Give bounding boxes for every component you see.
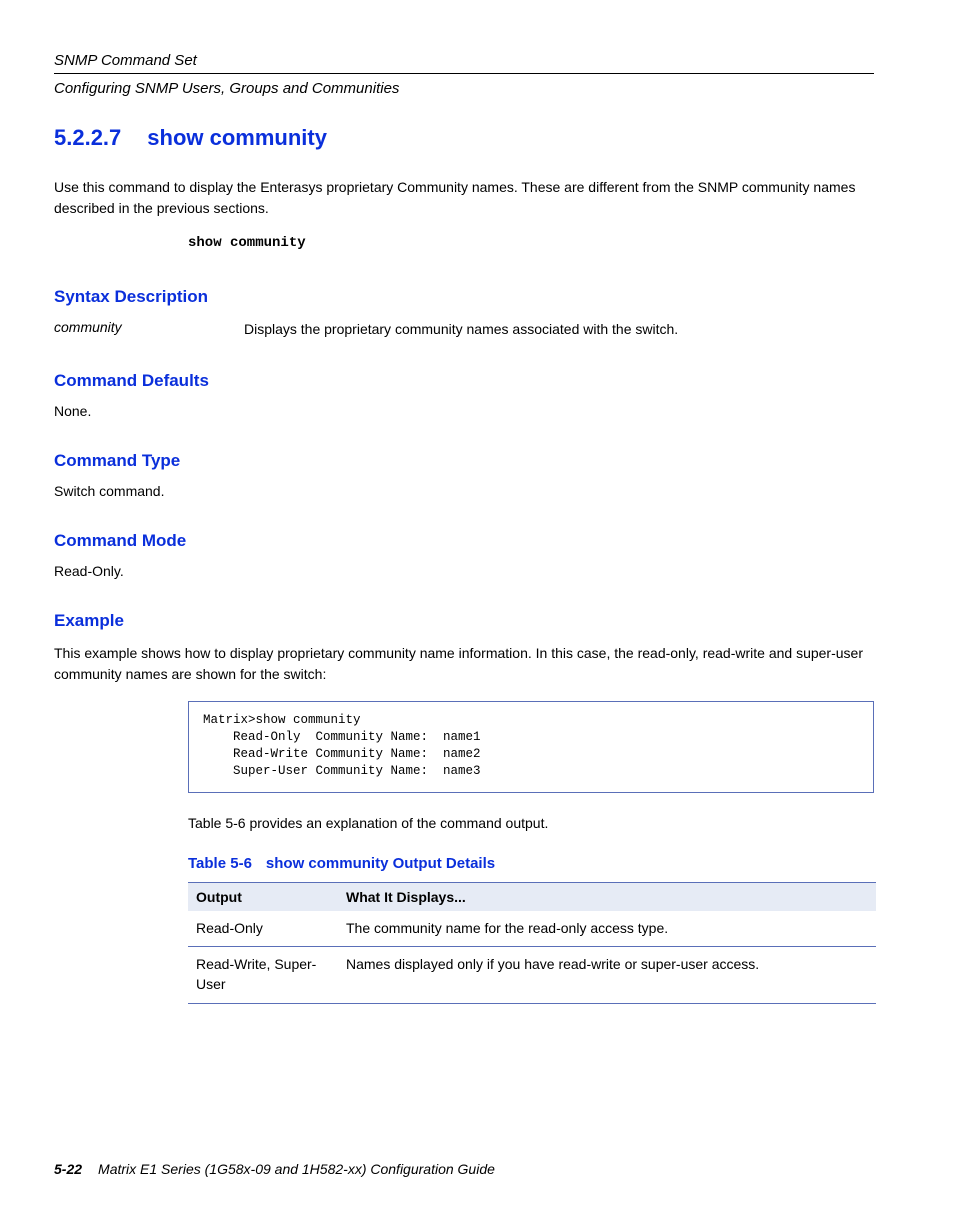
example-heading: Example	[54, 611, 874, 631]
example-output: Matrix>show community Read-Only Communit…	[188, 701, 874, 793]
example-lead: This example shows how to display propri…	[54, 643, 874, 685]
table-cell-desc: Names displayed only if you have read-wr…	[338, 947, 876, 1003]
command-defaults-text: None.	[54, 403, 874, 419]
table-header-displays: What It Displays...	[338, 882, 876, 911]
syntax-line: show community	[188, 235, 874, 251]
table-title: show community Output Details	[266, 855, 495, 872]
table-caption: Table 5-6 show community Output Details	[188, 855, 874, 872]
page-footer: 5-22 Matrix E1 Series (1G58x-09 and 1H582…	[54, 1161, 495, 1177]
page-number: 5-22	[54, 1161, 82, 1177]
running-header-chapter: SNMP Command Set	[54, 52, 874, 69]
output-details-table: Output What It Displays... Read-Only The…	[188, 882, 876, 1004]
syntax-option-name: community	[54, 319, 244, 339]
command-type-heading: Command Type	[54, 451, 874, 471]
section-title: show community	[147, 125, 327, 150]
section-number: 5.2.2.7	[54, 125, 121, 151]
table-cell-output: Read-Only	[188, 911, 338, 947]
table-cell-desc: The community name for the read-only acc…	[338, 911, 876, 947]
command-defaults-block: Command Defaults None.	[54, 371, 874, 419]
table-cross-reference: Table 5-6 provides an explanation of the…	[188, 815, 874, 831]
table-row: Read-Only The community name for the rea…	[188, 911, 876, 947]
command-type-block: Command Type Switch command.	[54, 451, 874, 499]
command-mode-block: Command Mode Read-Only.	[54, 531, 874, 579]
command-defaults-heading: Command Defaults	[54, 371, 874, 391]
syntax-description-heading: Syntax Description	[54, 287, 874, 307]
syntax-option-desc: Displays the proprietary community names…	[244, 319, 874, 339]
syntax-description-block: Syntax Description community Displays th…	[54, 287, 874, 339]
header-divider	[54, 73, 874, 74]
table-row: Read-Write, Super-User Names displayed o…	[188, 947, 876, 1003]
command-type-text: Switch command.	[54, 483, 874, 499]
running-header-section: Configuring SNMP Users, Groups and Commu…	[54, 80, 874, 97]
intro-paragraph: Use this command to display the Enterasy…	[54, 177, 874, 219]
footer-title: Matrix E1 Series (1G58x-09 and 1H582-xx)…	[98, 1161, 495, 1177]
table-cell-output: Read-Write, Super-User	[188, 947, 338, 1003]
command-mode-text: Read-Only.	[54, 563, 874, 579]
command-mode-heading: Command Mode	[54, 531, 874, 551]
section-heading: 5.2.2.7 show community	[54, 125, 874, 151]
table-header-output: Output	[188, 882, 338, 911]
table-number: Table 5-6	[188, 855, 252, 872]
